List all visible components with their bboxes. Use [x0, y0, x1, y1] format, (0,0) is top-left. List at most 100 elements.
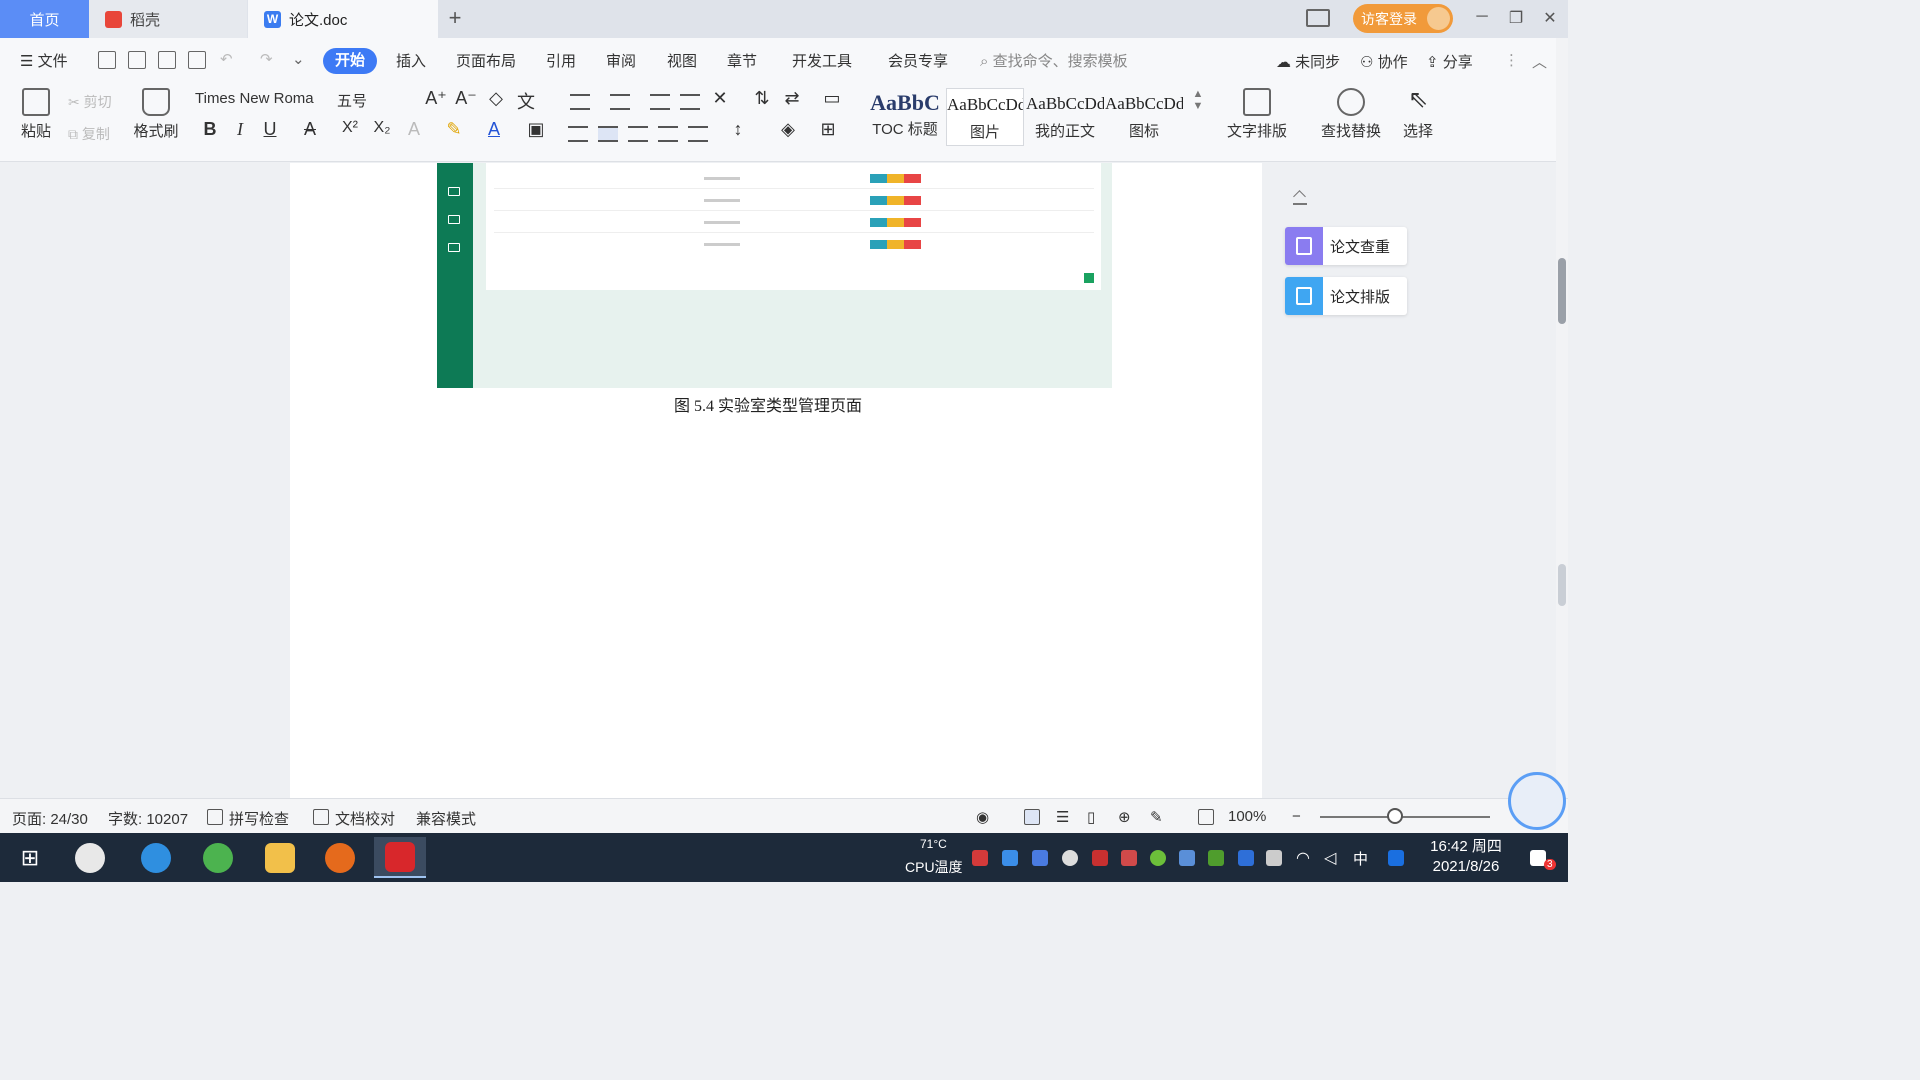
tab-review[interactable]: 审阅 — [606, 50, 636, 71]
minimize-button[interactable]: ─ — [1472, 8, 1492, 26]
sort-icon[interactable]: ⇅ — [750, 88, 774, 109]
tray-icon[interactable] — [972, 850, 988, 866]
proofread-icon[interactable] — [313, 809, 329, 825]
strikethrough-button[interactable]: A — [298, 119, 322, 140]
justify-icon[interactable] — [658, 126, 678, 142]
tab-page-layout[interactable]: 页面布局 — [456, 50, 516, 71]
taskbar-app[interactable] — [64, 837, 116, 878]
taskbar-app[interactable] — [314, 837, 366, 878]
paper-check-button[interactable]: 论文查重 — [1285, 227, 1407, 265]
taskbar-app[interactable] — [192, 837, 244, 878]
command-search[interactable]: ⌕ 查找命令、搜索模板 — [980, 50, 1128, 71]
paste-button[interactable]: 粘贴 — [14, 88, 58, 141]
undo-icon[interactable]: ↶ — [220, 50, 233, 68]
cut-button[interactable]: ✂ 剪切 — [68, 92, 112, 112]
clock[interactable]: 16:42 周四 2021/8/26 — [1422, 837, 1510, 877]
tray-icon[interactable] — [1150, 850, 1166, 866]
bell-icon[interactable] — [1062, 850, 1078, 866]
clear-format-icon[interactable]: ◇ — [484, 88, 508, 109]
tab-document[interactable]: W 论文.doc — [248, 0, 438, 38]
page-view-icon[interactable] — [1024, 809, 1040, 825]
collapse-panel-icon[interactable] — [1293, 193, 1307, 205]
style-picture[interactable]: AaBbCcDd 图片 — [946, 88, 1024, 146]
tab-home[interactable]: 首页 — [0, 0, 89, 38]
doc-proofread[interactable]: 文档校对 — [335, 808, 395, 829]
file-menu[interactable]: ☰ 文件 — [20, 50, 68, 71]
shading-icon[interactable]: ◈ — [776, 119, 800, 140]
align-right-icon[interactable] — [628, 126, 648, 142]
underline-button[interactable]: U — [258, 119, 282, 140]
tab-member[interactable]: 会员专享 — [888, 50, 948, 71]
close-button[interactable]: ✕ — [1540, 8, 1560, 28]
battery-icon[interactable] — [1266, 850, 1282, 866]
text-effect-icon[interactable]: A — [402, 119, 426, 140]
distribute-icon[interactable] — [688, 126, 708, 142]
ruler-icon[interactable]: ▭ — [820, 88, 844, 109]
document-page[interactable]: 图 5.4 实验室类型管理页面 — [290, 163, 1262, 798]
style-scroll-icon[interactable]: ▲ ▼ — [1186, 88, 1210, 112]
font-color-icon[interactable]: A — [482, 119, 506, 140]
tab-chapter[interactable]: 章节 — [727, 50, 757, 71]
embedded-screenshot[interactable] — [437, 163, 1112, 388]
fit-page-icon[interactable] — [1198, 809, 1214, 825]
wifi-icon[interactable]: ◠ — [1296, 848, 1310, 868]
tray-icon[interactable] — [1121, 850, 1137, 866]
zoom-out-icon[interactable]: − — [1292, 808, 1301, 825]
style-icon[interactable]: AaBbCcDd 图标 — [1105, 88, 1183, 146]
read-view-icon[interactable]: ▯ — [1087, 808, 1095, 826]
style-toc-heading[interactable]: AaBbC TOC 标题 — [866, 88, 944, 146]
zoom-slider-thumb[interactable] — [1386, 808, 1403, 824]
tray-icon[interactable] — [1002, 850, 1018, 866]
borders-icon[interactable]: ⊞ — [816, 119, 840, 140]
pen-icon[interactable]: ✎ — [1150, 808, 1163, 826]
save-icon[interactable] — [98, 51, 116, 69]
numbered-list-icon[interactable] — [610, 94, 630, 110]
page-indicator[interactable]: 页面: 24/30 — [12, 808, 88, 829]
collapse-ribbon-icon[interactable]: ︿ — [1532, 51, 1547, 72]
guest-login-button[interactable]: 访客登录 — [1353, 4, 1453, 33]
tray-icon[interactable] — [1388, 850, 1404, 866]
redo-icon[interactable]: ↷ — [260, 50, 273, 68]
find-replace-button[interactable]: 查找替换 — [1316, 88, 1386, 141]
start-button[interactable]: ⊞ — [4, 837, 56, 878]
shrink-font-icon[interactable]: A⁻ — [454, 88, 478, 109]
outline-view-icon[interactable]: ☰ — [1056, 808, 1069, 826]
zoom-slider[interactable] — [1320, 816, 1490, 818]
assistant-icon[interactable] — [1508, 772, 1566, 830]
document-area[interactable]: 图 5.4 实验室类型管理页面 论文查重 论文排版 — [0, 163, 1556, 798]
scrollbar-thumb[interactable] — [1558, 564, 1566, 606]
tab-dev-tools[interactable]: 开发工具 — [792, 50, 852, 71]
tab-view[interactable]: 视图 — [667, 50, 697, 71]
collab-button[interactable]: ⚇ 协作 — [1360, 51, 1408, 72]
paper-typeset-button[interactable]: 论文排版 — [1285, 277, 1407, 315]
font-name-select[interactable]: Times New Roma — [195, 90, 333, 112]
format-painter-button[interactable]: 格式刷 — [132, 88, 180, 141]
char-border-icon[interactable]: ▣ — [524, 119, 548, 140]
tab-start[interactable]: 开始 — [323, 48, 377, 74]
taskbar-app-wps[interactable] — [374, 837, 426, 878]
share-button[interactable]: ⇪ 分享 — [1426, 51, 1473, 72]
ime-indicator[interactable]: 中 — [1353, 848, 1368, 869]
font-size-select[interactable]: 五号 — [337, 90, 415, 112]
taskbar-app[interactable] — [130, 837, 182, 878]
export-icon[interactable] — [128, 51, 146, 69]
print-preview-icon[interactable] — [188, 51, 206, 69]
more-icon[interactable]: ⋮ — [1504, 51, 1519, 69]
show-marks-icon[interactable]: ⇄ — [780, 88, 804, 109]
tray-icon[interactable] — [1092, 850, 1108, 866]
sync-button[interactable]: ☁ 未同步 — [1276, 51, 1340, 72]
tab-daoke[interactable]: 稻壳 — [89, 0, 247, 38]
scrollbar-thumb[interactable] — [1558, 258, 1566, 324]
restore-button[interactable]: ❐ — [1506, 8, 1526, 28]
superscript-button[interactable]: X² — [338, 119, 362, 137]
volume-icon[interactable]: ◁ — [1324, 848, 1336, 868]
zoom-level[interactable]: 100% — [1228, 808, 1266, 825]
style-my-body[interactable]: AaBbCcDd 我的正文 — [1026, 88, 1104, 146]
copy-button[interactable]: ⧉ 复制 — [68, 124, 110, 144]
tab-insert[interactable]: 插入 — [396, 50, 426, 71]
text-layout-button[interactable]: 文字排版 — [1222, 88, 1292, 141]
bullet-list-icon[interactable] — [570, 94, 590, 110]
tray-icon[interactable] — [1179, 850, 1195, 866]
checkbox-icon[interactable] — [207, 809, 223, 825]
decrease-indent-icon[interactable] — [650, 94, 670, 110]
